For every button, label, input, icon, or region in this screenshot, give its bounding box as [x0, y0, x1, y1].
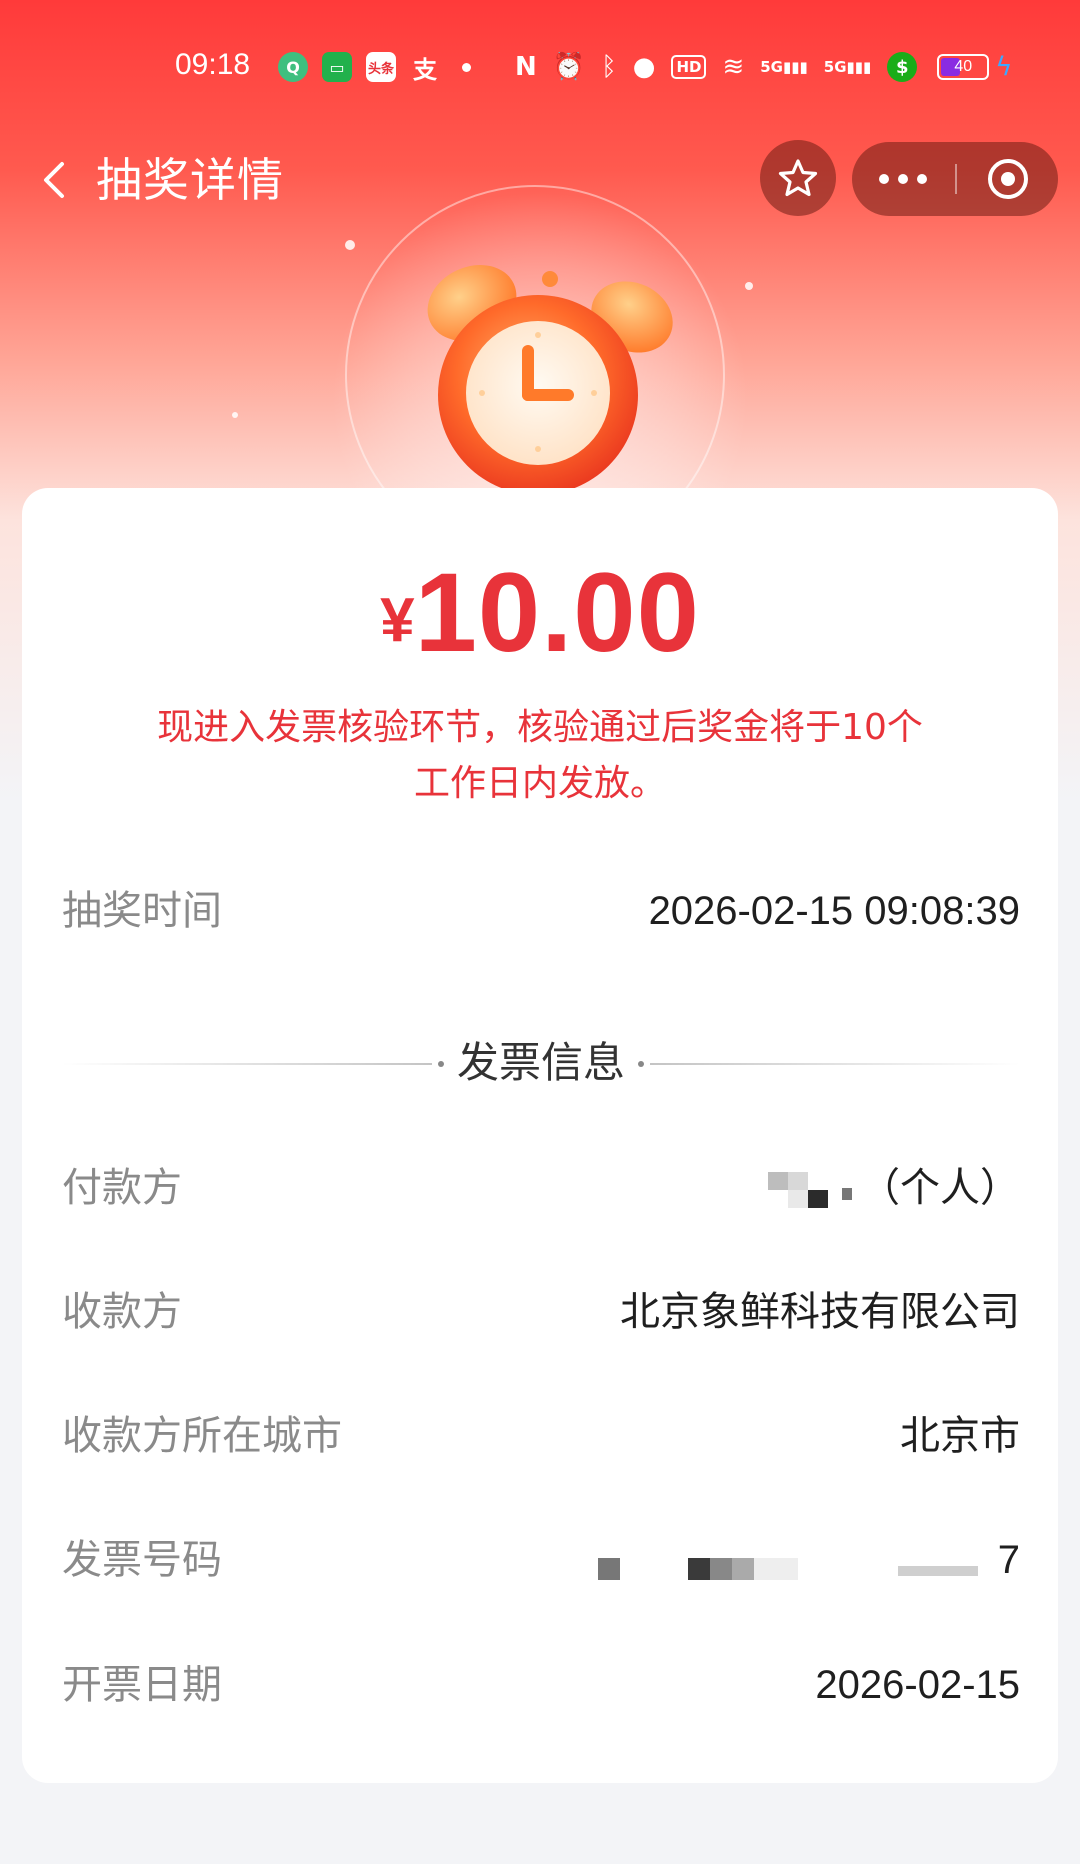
star-icon [778, 159, 818, 197]
more-button[interactable] [852, 142, 954, 216]
capsule-divider [955, 164, 957, 194]
more-notifications-dot [462, 62, 471, 72]
draw-time-row: 抽奖时间 2026-02-15 09:08:39 [62, 881, 1020, 941]
masked-invoice-number [597, 1538, 998, 1586]
battery-icon: 40 [937, 54, 990, 80]
close-button[interactable] [958, 142, 1058, 216]
invoice-number-label: 发票号码 [62, 1537, 222, 1583]
system-icons: N ⏰ ᛒ ● HD ≋ 5G▮▮▮ 5G▮▮▮ $ 40 ϟ [515, 50, 1012, 84]
payer-label: 付款方 [62, 1165, 182, 1211]
location-icon: ● [632, 52, 656, 82]
invoice-section-divider: 发票信息 [62, 1028, 1020, 1098]
prize-detail-card: ¥10.00 现进入发票核验环节，核验通过后奖金将于10个工作日内发放。 抽奖时… [22, 488, 1058, 1783]
invoice-number-value: 7 [597, 1530, 1020, 1590]
payer-row: 付款方 （个人） [62, 1158, 1020, 1218]
payee-city-row: 收款方所在城市 北京市 [62, 1406, 1020, 1466]
more-icon [879, 174, 889, 184]
invoice-date-value: 2026-02-15 [815, 1663, 1020, 1707]
message-app-icon: ▭ [322, 52, 352, 82]
amount-value: 10.00 [414, 550, 700, 675]
notification-icons: Q ▭ 头条 支 [278, 52, 471, 84]
hd-icon: HD [671, 55, 707, 79]
payee-value: 北京象鲜科技有限公司 [620, 1289, 1020, 1335]
draw-time-label: 抽奖时间 [62, 888, 222, 934]
close-target-icon [988, 159, 1028, 199]
mini-program-capsule [852, 142, 1058, 216]
prize-amount: ¥10.00 [22, 548, 1058, 677]
alarm-icon: ⏰ [552, 52, 586, 82]
nfc-icon: N [515, 52, 537, 82]
payee-row: 收款方 北京象鲜科技有限公司 [62, 1282, 1020, 1342]
payee-city-value: 北京市 [900, 1413, 1020, 1459]
signal-icon-1: 5G▮▮▮ [760, 58, 808, 76]
charging-icon: ϟ [995, 52, 1013, 82]
favorite-button[interactable] [760, 140, 836, 216]
news-app-icon: 头条 [366, 52, 396, 82]
currency-symbol: ¥ [380, 586, 415, 655]
search-app-icon: Q [278, 52, 308, 82]
back-icon[interactable] [28, 152, 84, 208]
invoice-number-row: 发票号码 7 [62, 1530, 1020, 1590]
invoice-number-suffix: 7 [997, 1538, 1020, 1582]
payment-app-icon: $ [887, 52, 918, 82]
payee-label: 收款方 [62, 1289, 182, 1335]
payee-city-label: 收款方所在城市 [62, 1413, 342, 1459]
sparkle [345, 240, 355, 250]
sparkle [232, 412, 238, 418]
nav-header: 抽奖详情 [0, 130, 1080, 230]
verification-notice: 现进入发票核验环节，核验通过后奖金将于10个工作日内发放。 [157, 707, 923, 804]
masked-payer-name [750, 1166, 860, 1214]
status-bar: 09:18 Q ▭ 头条 支 N ⏰ ᛒ ● HD ≋ 5G▮▮▮ 5G▮▮▮ … [0, 40, 1080, 96]
page-title: 抽奖详情 [96, 153, 284, 207]
divider-line-right [650, 1063, 1020, 1065]
status-time: 09:18 [175, 48, 251, 81]
invoice-date-label: 开票日期 [62, 1662, 222, 1708]
divider-dot-right [638, 1061, 644, 1067]
payer-value: （个人） [750, 1158, 1020, 1218]
alipay-app-icon: 支 [413, 55, 437, 84]
payer-suffix: （个人） [860, 1165, 1020, 1211]
signal-icon-2: 5G▮▮▮ [823, 58, 872, 76]
wifi-icon: ≋ [722, 52, 745, 82]
draw-time-value: 2026-02-15 09:08:39 [648, 889, 1020, 933]
bluetooth-icon: ᛒ [601, 52, 617, 82]
sparkle [745, 282, 753, 290]
invoice-date-row: 开票日期 2026-02-15 [62, 1655, 1020, 1715]
alarm-clock-illustration [410, 255, 690, 505]
